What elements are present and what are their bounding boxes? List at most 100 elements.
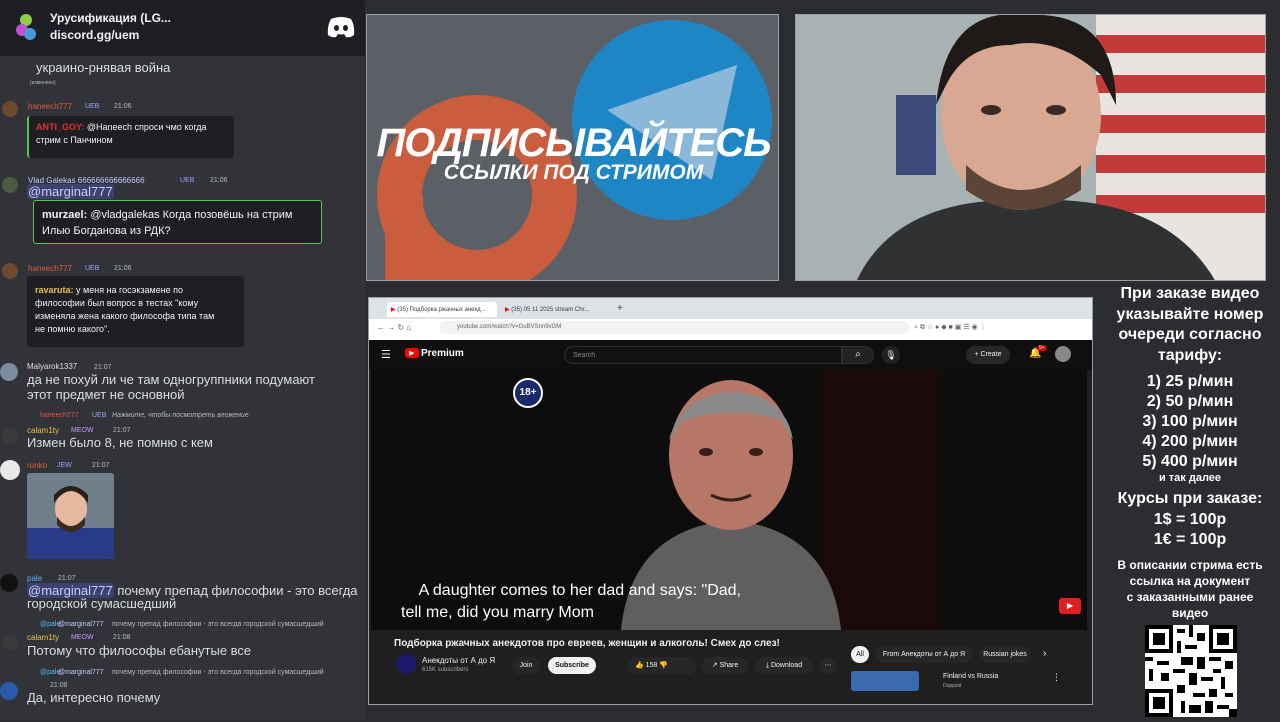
- timestamp: 21:07: [92, 462, 110, 469]
- message-text: украино-рнявая война: [36, 60, 171, 75]
- quoted-message: ANTI_GOY: @Haneech спроси чмо когда стри…: [27, 116, 234, 158]
- menu-icon[interactable]: ☰: [381, 348, 391, 361]
- channel-name[interactable]: Анекдоты от А до Я: [422, 656, 495, 665]
- video-player[interactable]: 18+ A daughter comes to her dad and says…: [371, 370, 1087, 630]
- chevron-right-icon[interactable]: ›: [1043, 648, 1046, 659]
- more-options-icon[interactable]: ⋮: [1052, 672, 1061, 683]
- like-dislike-button[interactable]: 👍 158 👎: [627, 657, 697, 674]
- chip-from-channel[interactable]: From Анекдоты от А до Я: [875, 646, 973, 663]
- quote-line: философии был вопрос в тестах "кому: [35, 298, 199, 308]
- username[interactable]: pale: [27, 574, 42, 583]
- quote-line: не помню какого".: [35, 324, 110, 334]
- timestamp: 21:08: [50, 682, 68, 689]
- address-bar[interactable]: youtube.com/watch?v=GuBVSnn9vGM: [439, 321, 909, 334]
- tariff-item: 1) 25 р/мин: [1146, 373, 1234, 390]
- username[interactable]: calam1ty: [27, 426, 59, 435]
- more-actions-icon[interactable]: ⋯: [819, 657, 837, 674]
- search-button[interactable]: ⌕: [842, 346, 874, 364]
- avatar[interactable]: [0, 363, 18, 381]
- reply-preview[interactable]: почему препад философии - это всегда гор…: [112, 621, 324, 628]
- tab-title: (35) 05 11 2025 stream Chr...: [511, 307, 590, 313]
- reply-mention[interactable]: @marginal777: [58, 621, 104, 628]
- avatar[interactable]: [0, 460, 20, 480]
- quote-line: @Haneech спроси чмо когда: [86, 122, 207, 132]
- thumbs-up-icon: 👍: [635, 662, 646, 669]
- channel-avatar[interactable]: [396, 654, 416, 674]
- search-input[interactable]: Search: [564, 346, 842, 364]
- quote-line: Илью Богданова из РДК?: [42, 225, 171, 237]
- username[interactable]: runko: [27, 461, 47, 470]
- role-badge: UEB: [180, 177, 195, 184]
- timestamp: 21:06: [114, 265, 132, 272]
- role-badge: MEOW: [71, 427, 94, 434]
- avatar[interactable]: [2, 263, 18, 279]
- reply-mention[interactable]: @marginal777: [58, 669, 104, 676]
- reply-preview[interactable]: почему препад философии - это всегда гор…: [112, 669, 324, 676]
- username[interactable]: haneech777: [28, 102, 72, 111]
- download-button[interactable]: ⤓ Download: [754, 657, 814, 674]
- extension-icons[interactable]: ⌕ ⧉ ☆ ● ◆ ■ ▣ ☰ ◉ ⋮: [914, 323, 987, 332]
- role-badge: UEB: [85, 265, 100, 272]
- recommended-channel[interactable]: Dappsid: [943, 683, 961, 689]
- username[interactable]: calam1ty: [27, 633, 59, 642]
- user-mention[interactable]: @marginal777: [27, 184, 114, 199]
- message-text: Потому что философы ебанутые все: [27, 643, 252, 658]
- avatar[interactable]: [2, 428, 18, 444]
- channel-watermark-icon[interactable]: ▶: [1059, 598, 1081, 614]
- account-avatar[interactable]: [1055, 346, 1071, 362]
- reply-author[interactable]: haneech777: [40, 412, 79, 419]
- recommended-title[interactable]: Finland vs Russia: [943, 673, 998, 680]
- join-button[interactable]: Join: [512, 657, 540, 674]
- timestamp: 21:08: [113, 634, 131, 641]
- video-title: Подборка ржачных анекдотов про евреев, ж…: [394, 638, 780, 649]
- browser-tab-active[interactable]: ▶ (35) Подборка ржачных анекд...: [387, 302, 497, 317]
- server-invite-link[interactable]: discord.gg/uem: [50, 28, 139, 42]
- youtube-premium-label[interactable]: Premium: [421, 348, 464, 359]
- image-attachment[interactable]: [27, 473, 114, 559]
- price-text: При заказе видео: [1120, 285, 1260, 302]
- quoted-message: murzael: @vladgalekas Когда позовёшь на …: [33, 200, 322, 244]
- description-note: В описании стрима есть: [1117, 557, 1263, 572]
- like-count: 158: [645, 662, 658, 669]
- subscribe-button[interactable]: Subscribe: [548, 657, 596, 674]
- avatar[interactable]: [0, 682, 18, 700]
- play-triangle-icon: ▶: [409, 350, 415, 357]
- quote-author: ravaruta:: [35, 285, 74, 295]
- create-button[interactable]: + Create: [966, 346, 1010, 364]
- webcam-feed: [796, 15, 1265, 280]
- streamer-webcam: [795, 14, 1266, 281]
- quote-line: @vladgalekas Когда позовёшь на стрим: [90, 209, 293, 221]
- role-badge: UEB: [92, 412, 107, 419]
- avatar[interactable]: [0, 574, 18, 592]
- avatar[interactable]: [2, 177, 18, 193]
- notification-count: 9+: [1037, 345, 1047, 351]
- tariff-item: 3) 100 р/мин: [1142, 413, 1238, 430]
- avatar[interactable]: [2, 101, 18, 117]
- price-text: тарифу:: [1157, 346, 1223, 364]
- quote-author: ANTI_GOY:: [36, 122, 85, 132]
- message-text: этот предмет не основной: [27, 387, 185, 402]
- new-tab-icon[interactable]: +: [617, 303, 623, 314]
- discord-chat-overlay: украино-рнявая война (изменено) haneech7…: [0, 0, 365, 720]
- username[interactable]: haneech777: [28, 264, 72, 273]
- share-button[interactable]: ↗ Share: [702, 657, 748, 674]
- role-badge: MEOW: [71, 634, 94, 641]
- tariff-etc: и так далее: [1158, 472, 1222, 484]
- chip-all[interactable]: All: [851, 646, 869, 663]
- reply-preview[interactable]: Нажмите, чтобы посмотреть вложение: [112, 412, 249, 419]
- qr-code-icon: [1145, 625, 1237, 717]
- recommended-thumbnail[interactable]: [851, 671, 919, 691]
- username[interactable]: Malyarok1337: [27, 362, 77, 371]
- age-rating-badge: 18+: [513, 378, 543, 408]
- rates-title: Курсы при заказе:: [1117, 490, 1263, 507]
- timestamp: 21:06: [114, 103, 132, 110]
- quote-line: у меня на госэкзамене по: [76, 285, 184, 295]
- discord-logo-icon: [326, 16, 356, 38]
- avatar[interactable]: [2, 634, 18, 650]
- chip-russian-jokes[interactable]: Russian jokes: [979, 646, 1031, 663]
- browser-tab[interactable]: ▶ (35) 05 11 2025 stream Chr...: [501, 302, 611, 317]
- nav-buttons-icon[interactable]: ← → ↻ ⌂: [377, 323, 411, 332]
- voice-search-icon[interactable]: 🎙: [882, 346, 900, 364]
- links-subheadline: ССЫЛКИ ПОД СТРИМОМ: [443, 161, 704, 184]
- thumbs-down-icon: 👎: [657, 662, 669, 669]
